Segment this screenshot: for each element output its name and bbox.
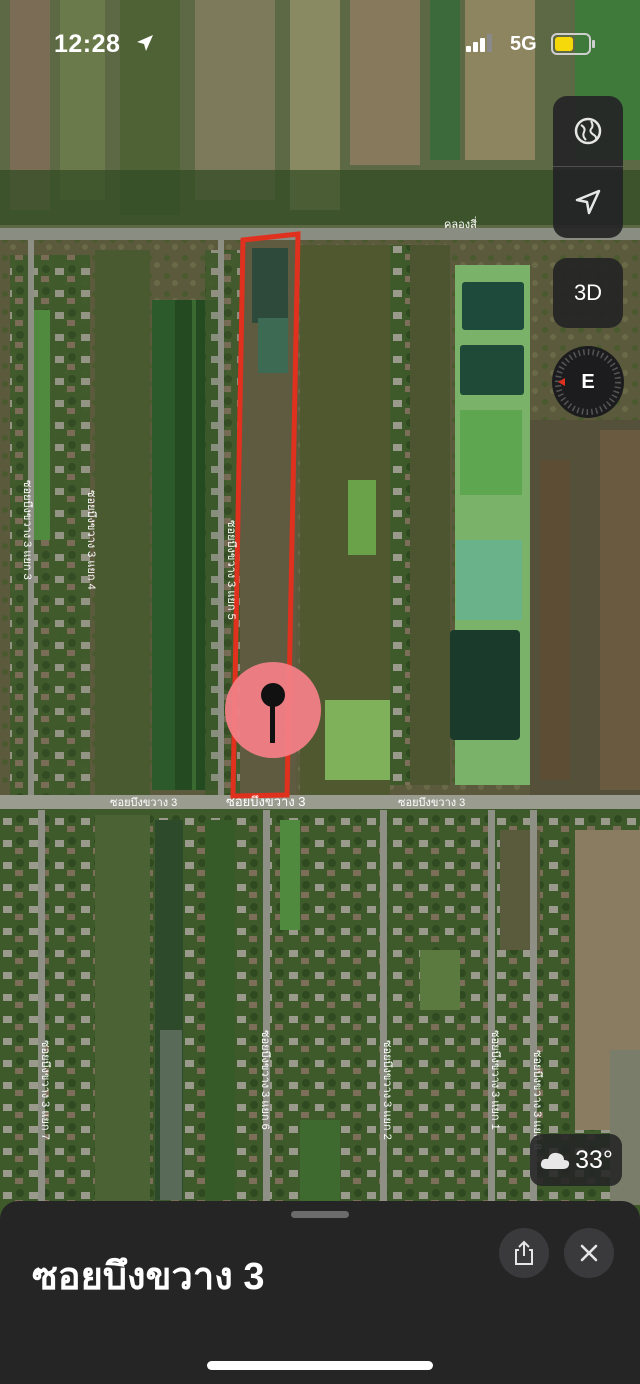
sheet-grabber[interactable] (291, 1211, 349, 1218)
lane-label-6: ซอยบึงขวาง 3 แยก 1 (489, 1030, 501, 1130)
map-controls (553, 96, 623, 238)
road-label-right: ซอยบึงขวาง 3 (398, 797, 465, 809)
signal-icon (466, 34, 492, 52)
weather-badge: 33° (530, 1134, 622, 1186)
location-arrow-icon (137, 35, 153, 51)
status-bar: 12:28 5G (0, 0, 640, 90)
lane-label-1: ซอยบึงขวาง 3 แยก 5 (225, 520, 237, 620)
place-title: ซอยบึงขวาง 3 (32, 1256, 265, 1298)
lane-label-3: ซอยบึงขวาง 3 แยก 3 (21, 480, 33, 580)
lane-label-4: ซอยบึงขวาง 3 แยก 6 (259, 1030, 271, 1130)
close-button[interactable] (564, 1228, 614, 1278)
lane-label-2: ซอยบึงขวาง 3 แยก 4 (85, 490, 97, 590)
road-label-top: คลองสี่ (444, 216, 477, 231)
clock: 12:28 (54, 30, 121, 58)
location-arrow-icon (575, 189, 601, 215)
lane-label-5: ซอยบึงขวาง 3 แยก 2 (381, 1040, 393, 1140)
compass[interactable]: E (552, 346, 624, 418)
road-label-main: ซอยบึงขวาง 3 (226, 794, 306, 809)
temperature: 33° (575, 1145, 613, 1174)
place-sheet[interactable]: ซอยบึงขวาง 3 (0, 1201, 640, 1384)
battery-icon (551, 33, 595, 55)
lane-label-8: ซอยบึงขวาง 3 แยก 7 (39, 1040, 51, 1140)
globe-icon (574, 117, 602, 145)
map-mode-button[interactable] (553, 96, 623, 166)
compass-heading: E (581, 370, 595, 393)
share-button[interactable] (499, 1228, 549, 1278)
home-indicator[interactable] (207, 1361, 433, 1370)
view-3d-button[interactable]: 3D (553, 258, 623, 328)
network-type: 5G (510, 33, 537, 55)
cloud-icon (540, 1152, 570, 1169)
locate-me-button[interactable] (553, 167, 623, 237)
share-icon (515, 1240, 533, 1265)
close-icon (580, 1244, 598, 1262)
road-label-left: ซอยบึงขวาง 3 (110, 797, 177, 809)
